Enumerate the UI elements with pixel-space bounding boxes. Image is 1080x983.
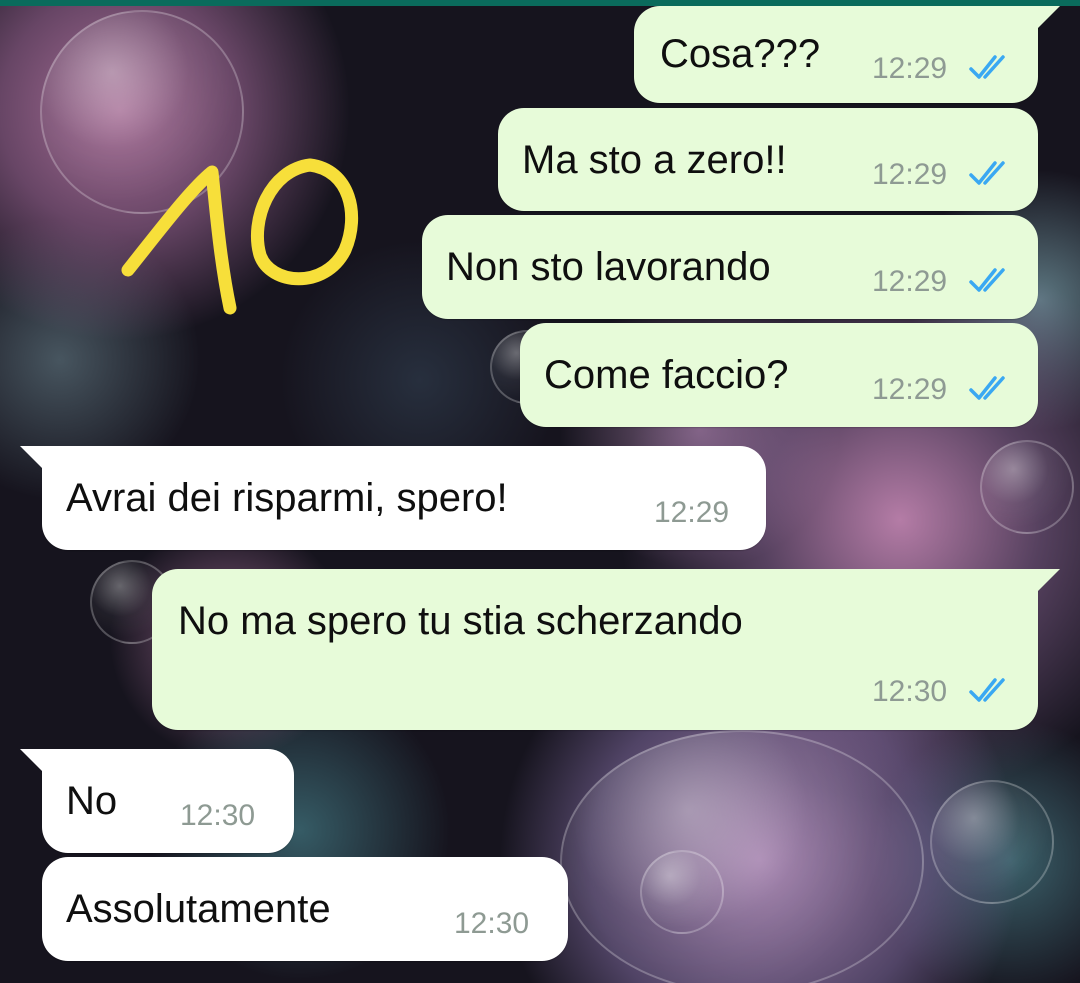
message-time: 12:29 (872, 52, 948, 85)
incoming-message-bubble[interactable]: No 12:30 (20, 749, 294, 853)
message-time: 12:29 (872, 265, 948, 298)
double-check-icon (969, 678, 1005, 702)
double-check-icon (969, 55, 1005, 79)
message-text: Ma sto a zero!! (522, 138, 787, 182)
wallpaper-bubble (980, 440, 1074, 534)
outgoing-message-bubble[interactable]: Non sto lavorando 12:29 (422, 215, 1038, 319)
message-text: Non sto lavorando (446, 245, 771, 289)
message-time: 12:30 (454, 907, 530, 940)
message-time: 12:30 (180, 799, 256, 832)
double-check-icon (969, 268, 1005, 292)
handwritten-number-annotation (121, 158, 358, 315)
incoming-message-bubble[interactable]: Assolutamente 12:30 (42, 857, 568, 961)
message-text: Cosa??? (660, 32, 821, 76)
message-time: 12:29 (872, 373, 948, 406)
message-text: Assolutamente (66, 887, 331, 931)
message-time: 12:29 (872, 158, 948, 191)
wallpaper-bubble (560, 730, 924, 983)
outgoing-message-bubble[interactable]: Cosa??? 12:29 (634, 6, 1060, 103)
incoming-message-bubble[interactable]: Avrai dei risparmi, spero! 12:29 (20, 446, 766, 550)
double-check-icon (969, 376, 1005, 400)
wallpaper-bubble (930, 780, 1054, 904)
wallpaper-bubble (640, 850, 724, 934)
outgoing-message-bubble[interactable]: Come faccio? 12:29 (520, 323, 1038, 427)
outgoing-message-bubble[interactable]: Ma sto a zero!! 12:29 (498, 108, 1038, 211)
message-text: Avrai dei risparmi, spero! (66, 476, 508, 520)
message-text: Come faccio? (544, 353, 789, 397)
message-time: 12:30 (872, 675, 948, 708)
message-text: No ma spero tu stia scherzando (178, 599, 743, 643)
message-text: No (66, 779, 118, 823)
double-check-icon (969, 161, 1005, 185)
outgoing-message-bubble[interactable]: No ma spero tu stia scherzando 12:30 (152, 569, 1060, 730)
message-time: 12:29 (654, 496, 730, 529)
